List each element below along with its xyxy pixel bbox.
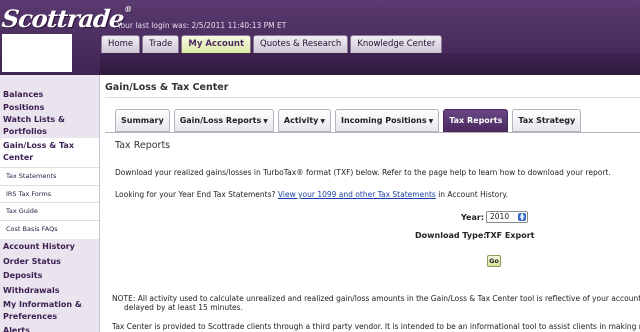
- sidebar-item-order-status[interactable]: Order Status: [0, 254, 99, 269]
- sidebar-item-withdrawals[interactable]: Withdrawals: [0, 283, 99, 298]
- caret-down-icon: ▼: [263, 118, 268, 125]
- tab-knowledge-center[interactable]: Knowledge Center: [350, 35, 443, 53]
- year-select[interactable]: 2010 ▲ ▼: [486, 211, 528, 223]
- tab-quotes-research[interactable]: Quotes & Research: [253, 35, 349, 53]
- tab-home[interactable]: Home: [101, 35, 141, 53]
- note-line-2: delayed by at least 15 minutes.: [124, 303, 243, 312]
- account-info-box: [2, 34, 72, 72]
- select-arrows-icon: ▲ ▼: [518, 213, 526, 222]
- download-type-value: TXF Export: [485, 231, 535, 240]
- caret-down-icon: ▼: [428, 118, 434, 125]
- sub-nav-bar: [100, 53, 640, 75]
- scottrade-logo[interactable]: Scottrade®: [0, 4, 131, 33]
- go-button[interactable]: Go: [487, 255, 501, 267]
- note-line-1: NOTE: All activity used to calculate unr…: [112, 294, 640, 303]
- intro-text: Download your realized gains/losses in T…: [115, 168, 611, 177]
- sidebar-item-watch-lists[interactable]: Watch Lists &: [0, 114, 99, 127]
- tab-my-account[interactable]: My Account: [181, 35, 252, 54]
- sidebar-subitem-irs-tax-forms[interactable]: IRS Tax Forms: [0, 184, 99, 202]
- sidebar-item-watch-lists-cont[interactable]: Portfolios: [0, 127, 99, 139]
- year-end-text: Looking for your Year End Tax Statements…: [115, 190, 508, 199]
- last-login-text: Your last login was: 2/5/2011 11:40:13 P…: [117, 21, 287, 30]
- sidebar-item-balances[interactable]: Balances: [0, 89, 99, 102]
- sidebar-subitem-cost-basis-faqs[interactable]: Cost Basis FAQs: [0, 219, 99, 237]
- subtab-incoming-positions[interactable]: Incoming Positions ▼: [335, 109, 440, 132]
- subtab-gain-loss-reports[interactable]: Gain/Loss Reports ▼: [173, 109, 274, 132]
- divider: [105, 132, 640, 133]
- subtab-summary[interactable]: Summary: [115, 109, 170, 132]
- year-value: 2010: [490, 212, 510, 221]
- subtab-tax-strategy[interactable]: Tax Strategy: [512, 109, 582, 132]
- sidebar-item-gain-loss[interactable]: Gain/Loss & Tax: [0, 138, 99, 153]
- sidebar-subitem-tax-statements[interactable]: Tax Statements: [0, 167, 99, 185]
- main-content: Gain/Loss & Tax Center Summary Gain/Loss…: [100, 75, 640, 332]
- sidebar-item-positions[interactable]: Positions: [0, 102, 99, 115]
- tax-statements-link[interactable]: View your 1099 and other Tax Statements: [278, 190, 436, 199]
- subtab-activity[interactable]: Activity ▼: [277, 109, 332, 132]
- year-end-suffix: in Account History.: [438, 190, 509, 199]
- sidebar-item-my-information-cont[interactable]: Preferences: [0, 312, 99, 324]
- section-title: Tax Reports: [115, 140, 171, 151]
- sidebar-active-group: Gain/Loss & Tax Center Tax Statements IR…: [0, 138, 99, 239]
- divider: [105, 97, 640, 98]
- page-title: Gain/Loss & Tax Center: [105, 82, 229, 93]
- subtab-tax-reports[interactable]: Tax Reports: [443, 109, 509, 132]
- tab-trade[interactable]: Trade: [142, 35, 180, 53]
- sidebar-item-deposits[interactable]: Deposits: [0, 268, 99, 283]
- sidebar-item-my-information[interactable]: My Information &: [0, 297, 99, 312]
- sidebar-item-alerts[interactable]: Alerts: [0, 323, 99, 332]
- year-label: Year:: [461, 213, 485, 222]
- footer-text: Tax Center is provided to Scottrade clie…: [112, 322, 640, 331]
- download-type-label: Download Type:: [415, 231, 487, 240]
- sidebar-subitem-tax-guide[interactable]: Tax Guide: [0, 202, 99, 220]
- sidebar: Balances Positions Watch Lists & Portfol…: [0, 75, 100, 332]
- main-nav-tabs: Home Trade My Account Quotes & Research …: [101, 35, 443, 54]
- caret-down-icon: ▼: [320, 118, 326, 125]
- sidebar-item-gain-loss-cont[interactable]: Center: [0, 152, 99, 164]
- year-end-prefix: Looking for your Year End Tax Statements…: [115, 190, 276, 199]
- header-bar: Scottrade® Your last login was: 2/5/2011…: [0, 0, 640, 75]
- sub-tabs: Summary Gain/Loss Reports ▼ Activity ▼ Inc…: [115, 109, 582, 132]
- sidebar-item-account-history[interactable]: Account History: [0, 239, 99, 254]
